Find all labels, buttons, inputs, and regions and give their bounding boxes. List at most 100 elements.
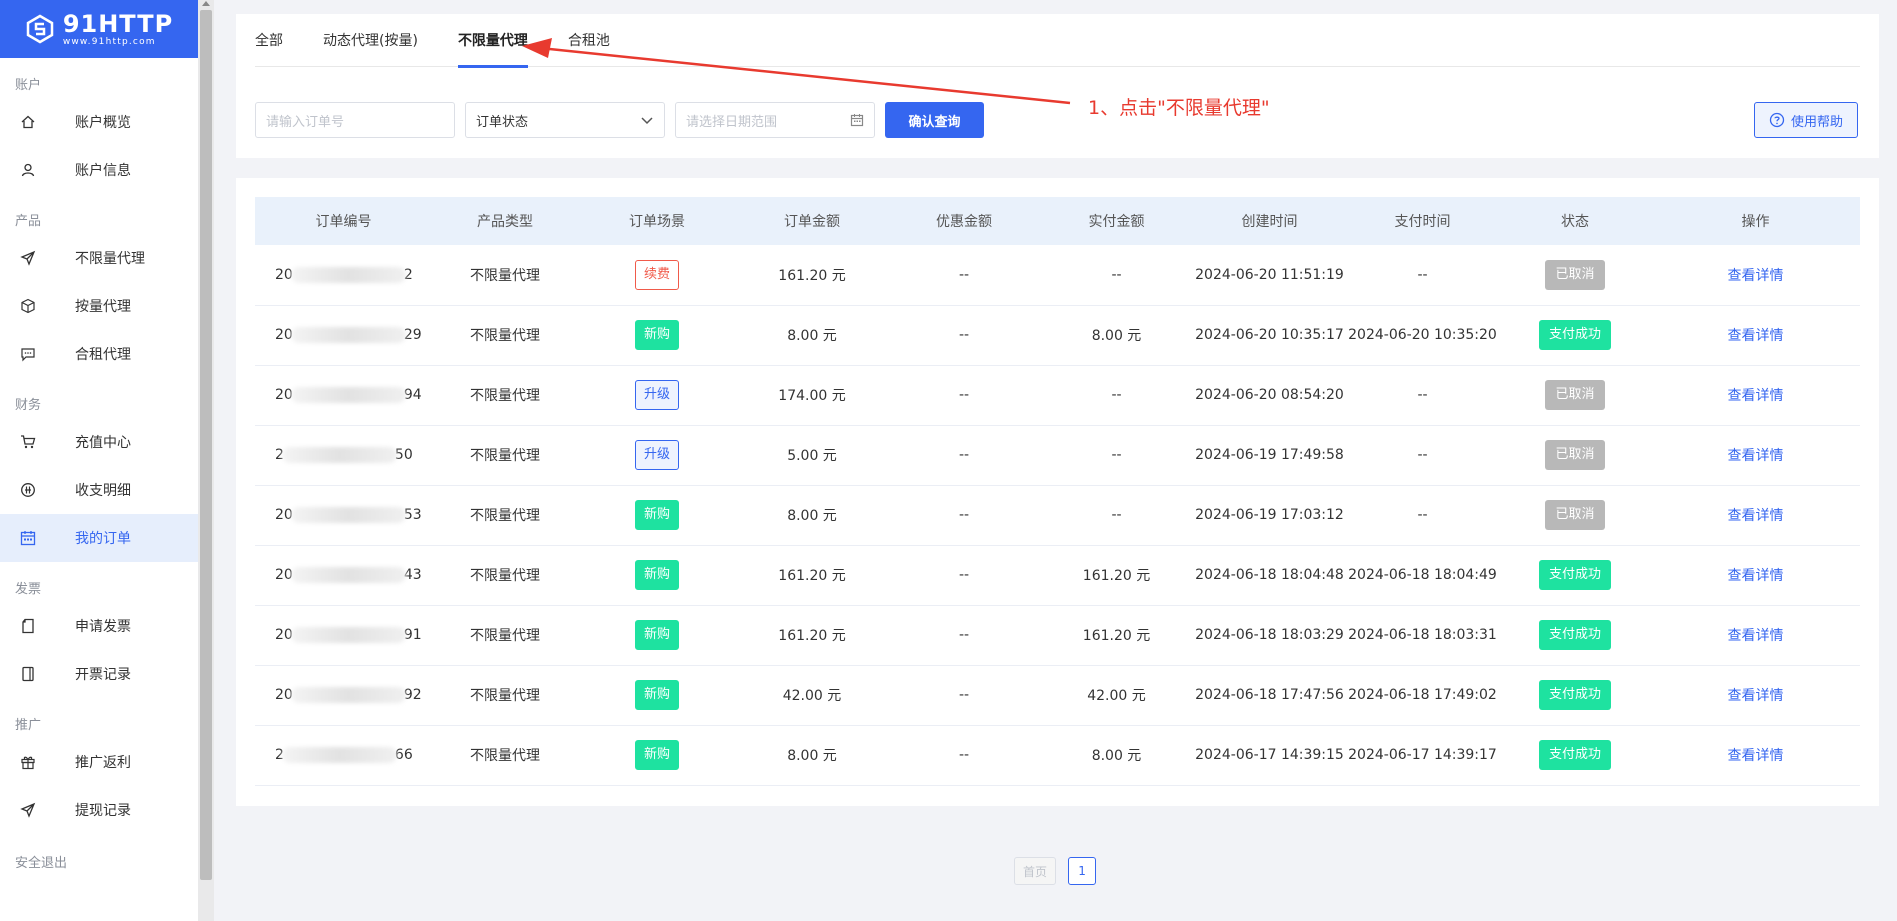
box-icon	[20, 298, 36, 314]
sidebar-item[interactable]: 我的订单	[0, 514, 198, 562]
order-number-end: 29	[403, 327, 422, 343]
order-number-input[interactable]: 请输入订单号	[255, 102, 455, 138]
document-icon	[20, 618, 36, 634]
sidebar-item[interactable]: 不限量代理	[0, 234, 198, 282]
product-type-cell: 不限量代理	[470, 508, 540, 524]
order-amount-cell: 8.00 元	[787, 508, 837, 524]
product-type-cell: 不限量代理	[470, 267, 540, 284]
redacted-order-number	[290, 687, 406, 703]
view-details-link[interactable]: 查看详情	[1728, 448, 1784, 464]
column-header: 状态	[1561, 214, 1589, 230]
sidebar-item[interactable]: 按量代理	[0, 282, 198, 330]
created-time-cell: 2024-06-19 17:49:58	[1195, 447, 1344, 463]
order-number-end: 94	[403, 387, 422, 403]
redacted-order-number	[290, 507, 406, 523]
logo-hexagon-icon	[26, 14, 54, 44]
view-details-link[interactable]: 查看详情	[1728, 688, 1784, 704]
sidebar-item-label: 收支明细	[75, 483, 131, 499]
status-badge: 支付成功	[1538, 620, 1611, 650]
created-time-cell: 2024-06-19 17:03:12	[1195, 507, 1344, 523]
tab[interactable]: 动态代理(按量)	[323, 14, 418, 67]
tab-bar: 全部 动态代理(按量) 不限量代理 合租池	[255, 14, 1860, 68]
logout-link[interactable]: 安全退出	[0, 852, 198, 876]
product-type-cell: 不限量代理	[470, 388, 540, 404]
order-number-cell: 20 94	[255, 365, 432, 425]
date-range-picker[interactable]: 请选择日期范围	[675, 102, 875, 138]
nav-section-title: 账户	[15, 78, 42, 93]
sidebar-item[interactable]: 账户信息	[0, 146, 198, 194]
status-badge: 已取消	[1545, 500, 1605, 530]
sidebar-item[interactable]: 提现记录	[0, 786, 198, 834]
order-scene-cell: 升级	[578, 365, 736, 425]
nav-section-title: 财务	[15, 398, 42, 413]
chevron-down-icon	[641, 117, 653, 125]
gift-icon	[20, 754, 36, 770]
column-header: 实付金额	[1088, 214, 1145, 230]
scroll-up-arrow-icon[interactable]	[202, 1, 210, 6]
filter-card: 全部 动态代理(按量) 不限量代理 合租池 请输入订单号 订单状态 请选择日期范围 确…	[236, 14, 1879, 158]
table-row: 20 53 不限量代理 新购 8.00 元 -- -- 2024-06-19 17:03:12…	[255, 485, 1860, 545]
sidebar: 91HTTP www.91http.com 账户账户概览 账户信息产品不限量代理按…	[0, 0, 198, 921]
order-amount-cell: 8.00 元	[787, 748, 837, 764]
sidebar-item[interactable]: 合租代理	[0, 330, 198, 378]
view-details-link[interactable]: 查看详情	[1728, 628, 1784, 644]
nav-section-title: 产品	[15, 214, 42, 229]
order-status-select[interactable]: 订单状态	[465, 102, 665, 138]
page-number-current[interactable]: 1	[1068, 857, 1097, 885]
pay-time-cell: 2024-06-17 14:39:17	[1348, 747, 1497, 763]
discount-amount-cell: --	[958, 567, 970, 583]
scene-tag: 新购	[634, 680, 679, 710]
order-scene-cell: 新购	[578, 725, 736, 785]
logo[interactable]: 91HTTP www.91http.com	[0, 0, 198, 58]
sidebar-item[interactable]: 申请发票	[0, 602, 198, 650]
sidebar-item-label: 提现记录	[75, 803, 131, 819]
column-header: 订单金额	[784, 214, 840, 230]
view-details-link[interactable]: 查看详情	[1728, 508, 1784, 524]
column-header: 订单编号	[315, 214, 372, 230]
tab[interactable]: 合租池	[568, 14, 610, 67]
first-page-button[interactable]: 首页	[1014, 857, 1057, 885]
scene-tag: 新购	[634, 740, 679, 770]
paid-amount-cell: 8.00 元	[1091, 748, 1142, 764]
order-number-end: 92	[403, 687, 422, 703]
view-details-link[interactable]: 查看详情	[1728, 748, 1784, 764]
view-details-link[interactable]: 查看详情	[1728, 568, 1784, 584]
column-header: 优惠金额	[936, 214, 992, 230]
scene-tag: 升级	[634, 380, 679, 410]
tab[interactable]: 不限量代理	[457, 14, 528, 68]
pagination: 首页 1	[1014, 857, 1097, 885]
view-details-link[interactable]: 查看详情	[1728, 268, 1784, 284]
sidebar-item[interactable]: 开票记录	[0, 650, 198, 698]
home-icon	[20, 114, 36, 130]
scroll-thumb[interactable]	[200, 10, 212, 880]
view-details-link[interactable]: 查看详情	[1728, 388, 1784, 404]
order-number-cell: 20 2	[255, 245, 432, 305]
scene-tag: 续费	[634, 259, 679, 290]
order-number-placeholder: 请输入订单号	[266, 114, 345, 130]
orders-card: 订单编号 产品类型 订单场景 订单金额 优惠金额 实付金额 创建时间 支付时间 状态 操作 20 2…	[236, 178, 1879, 806]
help-button[interactable]: 使用帮助	[1754, 102, 1858, 138]
cart-icon	[20, 434, 36, 450]
status-cell: 支付成功	[1499, 725, 1651, 785]
filter-bar: 请输入订单号 订单状态 请选择日期范围 确认查询	[255, 102, 984, 138]
order-number-cell: 2 50	[255, 425, 432, 485]
help-button-label: 使用帮助	[1790, 114, 1843, 130]
table-row: 20 94 不限量代理 升级 174.00 元 -- -- 2024-06-20 08:54:…	[255, 365, 1860, 425]
table-row: 20 91 不限量代理 新购 161.20 元 -- 161.20 元 2024-06-18 …	[255, 605, 1860, 665]
order-amount-cell: 161.20 元	[778, 568, 846, 584]
order-scene-cell: 续费	[578, 245, 736, 305]
tab[interactable]: 全部	[255, 14, 283, 67]
action-cell: 查看详情	[1651, 365, 1860, 425]
pay-time-cell: --	[1417, 387, 1428, 403]
sidebar-item[interactable]: 收支明细	[0, 466, 198, 514]
order-status-value: 订单状态	[476, 114, 529, 130]
sidebar-item-label: 推广返利	[75, 755, 131, 771]
sidebar-item[interactable]: 充值中心	[0, 418, 198, 466]
sidebar-scrollbar[interactable]	[198, 0, 214, 921]
action-cell: 查看详情	[1651, 665, 1860, 725]
view-details-link[interactable]: 查看详情	[1728, 328, 1784, 344]
sidebar-item[interactable]: 账户概览	[0, 98, 198, 146]
confirm-search-button[interactable]: 确认查询	[885, 102, 984, 138]
product-type-cell: 不限量代理	[470, 328, 540, 344]
sidebar-item[interactable]: 推广返利	[0, 738, 198, 786]
